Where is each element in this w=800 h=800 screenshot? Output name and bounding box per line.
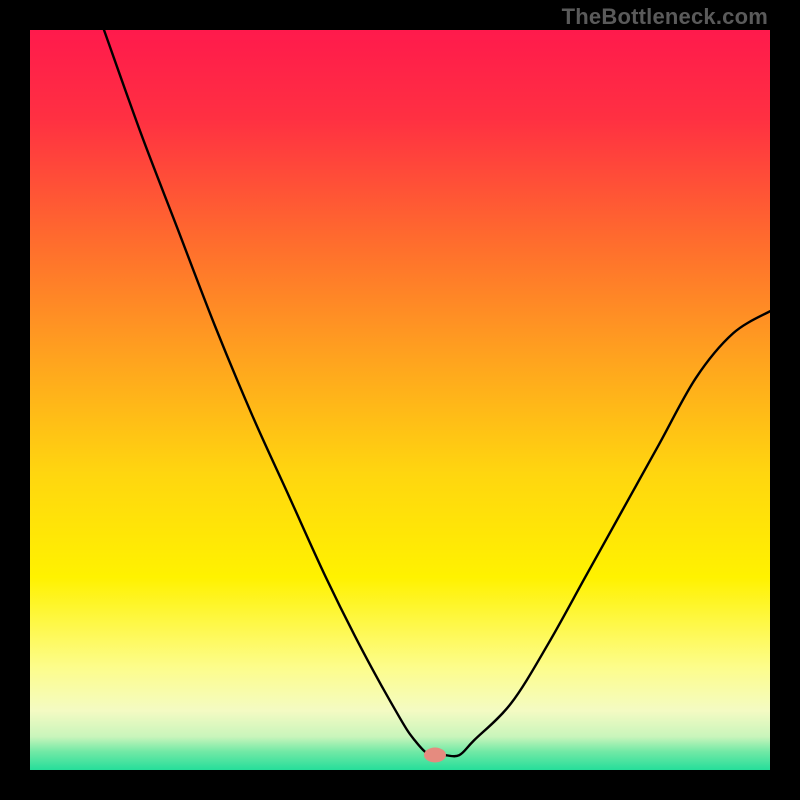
- bottleneck-curve: [30, 30, 770, 770]
- watermark-text: TheBottleneck.com: [562, 4, 768, 30]
- plot-area: [30, 30, 770, 770]
- minimum-marker: [424, 748, 446, 763]
- chart-frame: TheBottleneck.com: [0, 0, 800, 800]
